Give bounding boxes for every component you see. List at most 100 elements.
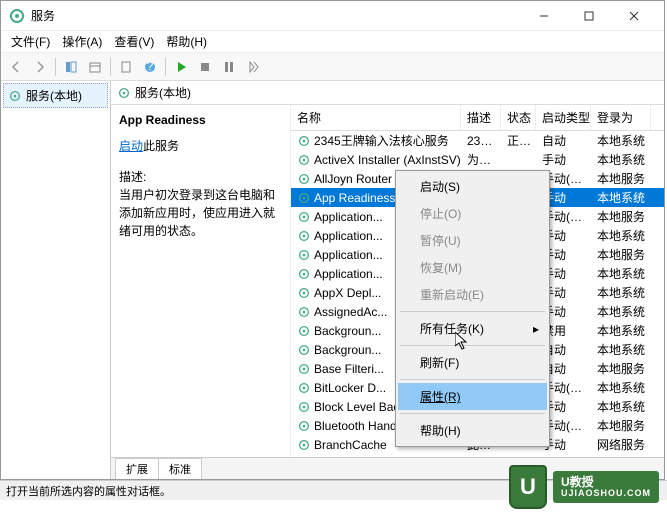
start-service-button[interactable]	[170, 56, 192, 78]
rightpane-header: 服务(本地)	[111, 81, 664, 105]
cm-label: 属性(R)	[420, 390, 461, 404]
cell-startup: 手动	[536, 453, 591, 457]
cm-refresh[interactable]: 刷新(F)	[398, 349, 547, 376]
service-row[interactable]: Certificate Propagation将用... 手动本地系统	[291, 454, 664, 457]
cell-logon: 网络服务	[591, 434, 651, 455]
cell-logon: 本地系统	[591, 377, 651, 398]
tab-extended[interactable]: 扩展	[115, 458, 159, 479]
cell-logon: 本地服务	[591, 206, 651, 227]
service-row[interactable]: 2345王牌输入法核心服务2345...正在...自动本地系统	[291, 131, 664, 150]
cell-desc: 为从...	[461, 149, 501, 170]
services-icon	[9, 8, 25, 24]
tree-pane: 服务(本地)	[1, 81, 111, 479]
menu-file[interactable]: 文件(F)	[5, 31, 56, 52]
menu-help[interactable]: 帮助(H)	[160, 31, 213, 52]
separator	[400, 311, 545, 312]
cell-logon: 本地系统	[591, 453, 651, 457]
separator	[400, 413, 545, 414]
svg-text:?: ?	[147, 60, 154, 73]
watermark: U U教授 UJIAOSHOU.COM	[509, 465, 659, 509]
cell-logon: 本地系统	[591, 396, 651, 417]
separator	[165, 58, 166, 76]
back-button[interactable]	[5, 56, 27, 78]
cell-logon: 本地服务	[591, 358, 651, 379]
watermark-shield-icon: U	[509, 465, 547, 509]
cell-status	[501, 158, 536, 162]
menu-view[interactable]: 查看(V)	[108, 31, 160, 52]
rightpane-title: 服务(本地)	[135, 84, 191, 101]
chevron-right-icon: ▸	[533, 322, 539, 336]
watermark-url: UJIAOSHOU.COM	[561, 489, 651, 499]
cell-name: Certificate Propagation	[291, 455, 461, 458]
window-title: 服务	[31, 7, 521, 24]
minimize-button[interactable]	[521, 2, 566, 30]
cell-name: ActiveX Installer (AxInstSV)	[291, 151, 461, 169]
separator	[400, 345, 545, 346]
close-button[interactable]	[611, 2, 656, 30]
col-startup[interactable]: 启动类型	[536, 105, 591, 130]
col-status[interactable]: 状态	[501, 105, 536, 130]
detail-desc: 当用户初次登录到这台电脑和添加新应用时，使应用进入就绪可用的状态。	[119, 186, 282, 240]
separator	[400, 379, 545, 380]
toolbar: ?	[1, 53, 664, 81]
col-logon[interactable]: 登录为	[591, 105, 651, 130]
cm-label: 所有任务(K)	[420, 322, 484, 336]
cell-logon: 本地系统	[591, 339, 651, 360]
gear-icon	[8, 89, 22, 103]
restart-service-button[interactable]	[242, 56, 264, 78]
watermark-brand: U教授 UJIAOSHOU.COM	[553, 471, 659, 503]
detail-pane: App Readiness 启动此服务 描述: 当用户初次登录到这台电脑和添加新…	[111, 105, 291, 457]
cm-start[interactable]: 启动(S)	[398, 173, 547, 200]
cell-startup: 自动	[536, 130, 591, 151]
start-link-suffix: 此服务	[143, 139, 179, 153]
cell-logon: 本地系统	[591, 225, 651, 246]
watermark-brand-text: U教授	[561, 475, 594, 489]
cell-logon: 本地系统	[591, 149, 651, 170]
cm-all-tasks[interactable]: 所有任务(K) ▸	[398, 315, 547, 342]
detail-service-name: App Readiness	[119, 113, 282, 127]
titlebar: 服务	[1, 1, 664, 31]
col-desc[interactable]: 描述	[461, 105, 501, 130]
cell-logon: 本地服务	[591, 168, 651, 189]
maximize-button[interactable]	[566, 2, 611, 30]
gear-icon	[117, 86, 131, 100]
list-header: 名称 描述 状态 启动类型 登录为	[291, 105, 664, 131]
cm-restart[interactable]: 重新启动(E)	[398, 281, 547, 308]
cell-logon: 本地系统	[591, 282, 651, 303]
menubar: 文件(F) 操作(A) 查看(V) 帮助(H)	[1, 31, 664, 53]
cm-properties[interactable]: 属性(R)	[398, 383, 547, 410]
cell-logon: 本地系统	[591, 320, 651, 341]
tree-item-label: 服务(本地)	[26, 87, 82, 104]
cell-desc: 将用...	[461, 453, 501, 457]
cell-desc: 2345...	[461, 132, 501, 150]
cm-stop[interactable]: 停止(O)	[398, 200, 547, 227]
properties-button[interactable]	[84, 56, 106, 78]
service-row[interactable]: ActiveX Installer (AxInstSV)为从... 手动本地系统	[291, 150, 664, 169]
separator	[55, 58, 56, 76]
cell-logon: 本地系统	[591, 187, 651, 208]
cm-resume[interactable]: 恢复(M)	[398, 254, 547, 281]
tab-standard[interactable]: 标准	[158, 458, 202, 479]
separator	[110, 58, 111, 76]
cm-help[interactable]: 帮助(H)	[398, 417, 547, 444]
pause-service-button[interactable]	[218, 56, 240, 78]
cell-status: 正在...	[501, 130, 536, 151]
export-button[interactable]	[115, 56, 137, 78]
cell-logon: 本地系统	[591, 263, 651, 284]
help-button[interactable]: ?	[139, 56, 161, 78]
forward-button[interactable]	[29, 56, 51, 78]
col-name[interactable]: 名称	[291, 105, 461, 130]
start-link[interactable]: 启动	[119, 139, 143, 153]
cell-logon: 本地服务	[591, 244, 651, 265]
context-menu: 启动(S) 停止(O) 暂停(U) 恢复(M) 重新启动(E) 所有任务(K) ▸…	[395, 170, 550, 447]
cell-startup: 手动	[536, 149, 591, 170]
menu-action[interactable]: 操作(A)	[56, 31, 108, 52]
tree-item-services-local[interactable]: 服务(本地)	[3, 83, 108, 108]
cell-logon: 本地系统	[591, 130, 651, 151]
detail-desc-label: 描述:	[119, 168, 282, 186]
cell-name: 2345王牌输入法核心服务	[291, 130, 461, 151]
stop-service-button[interactable]	[194, 56, 216, 78]
cell-logon: 本地系统	[591, 301, 651, 322]
show-hide-button[interactable]	[60, 56, 82, 78]
cm-pause[interactable]: 暂停(U)	[398, 227, 547, 254]
